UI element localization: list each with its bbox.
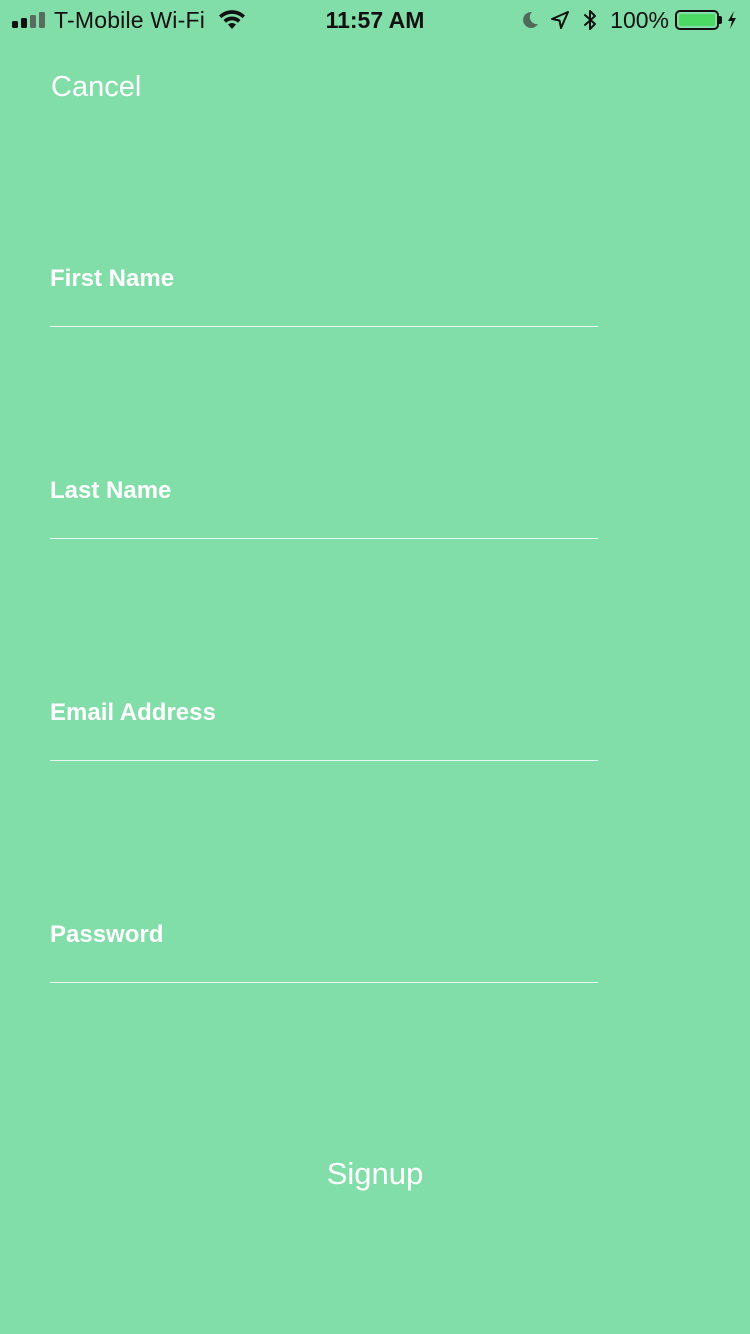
password-input[interactable] [50,919,602,967]
status-right: 100% [520,6,738,34]
battery-icon [675,10,719,30]
first-name-input[interactable] [50,263,602,311]
moon-icon [523,11,539,28]
bluetooth-icon [584,10,597,30]
battery-fill [679,14,715,26]
email-input[interactable] [50,697,602,745]
location-icon [551,11,570,29]
first-name-underline [50,326,598,327]
signup-button[interactable]: Signup [0,1154,750,1194]
status-bar: T-Mobile Wi-Fi 11:57 AM 100% [0,0,750,40]
cancel-button[interactable]: Cancel [51,68,141,106]
charging-icon [728,11,736,29]
password-underline [50,982,598,983]
last-name-input[interactable] [50,475,602,523]
last-name-underline [50,538,598,539]
battery-cap [719,16,722,24]
email-underline [50,760,598,761]
battery-percent: 100% [610,7,669,33]
